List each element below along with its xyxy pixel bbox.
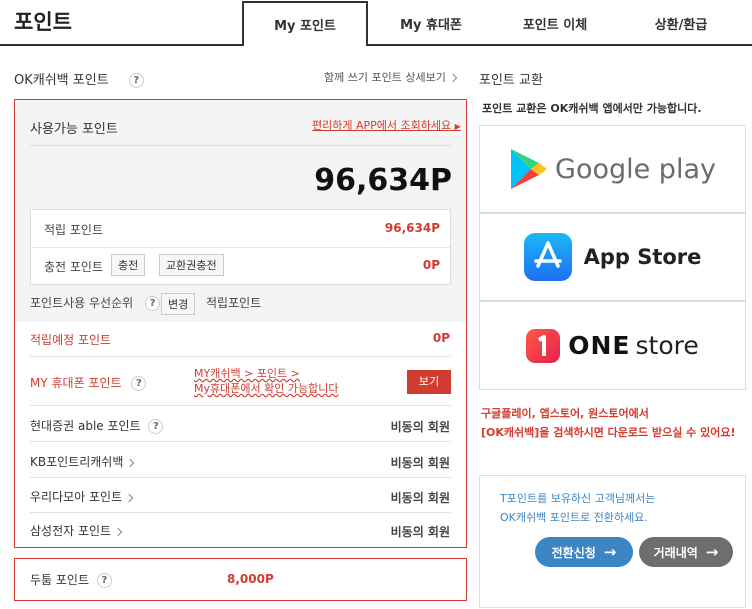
row-label: KB포인트리캐쉬백: [30, 455, 124, 469]
page-title: 포인트: [14, 10, 72, 34]
divider: [30, 356, 451, 357]
dutong-label-text: 두툼 포인트: [30, 573, 90, 587]
tab-point-transfer[interactable]: 포인트 이체: [496, 14, 614, 44]
chevron-right-icon: [124, 493, 134, 502]
priority-change-button[interactable]: 변경: [161, 293, 196, 315]
woori-point-value: 비동의 회원: [390, 491, 450, 505]
woori-point-link[interactable]: 우리다모아 포인트: [30, 488, 134, 505]
voucher-charge-button[interactable]: 교환권충전: [159, 254, 224, 276]
arrow-right-icon: →: [603, 543, 617, 561]
samsung-point-value: 비동의 회원: [390, 525, 450, 539]
dutong-label: 두툼 포인트 ?: [30, 571, 112, 588]
arrow-right-icon: →: [705, 543, 719, 561]
tab-refund[interactable]: 상환/환급: [622, 14, 740, 44]
help-icon[interactable]: ?: [128, 73, 144, 88]
available-label: 사용가능 포인트: [30, 122, 118, 137]
apply-label: 전환신청: [551, 545, 596, 560]
tpoint-line2: OK캐쉬백 포인트로 전환하세요.: [500, 511, 648, 524]
one-store-text-a: ONE: [568, 331, 631, 360]
phone-note-line2: My휴대폰에서 확인 가능합니다: [194, 382, 339, 395]
ok-section-title: OK캐쉬백 포인트 ?: [14, 69, 144, 88]
app-store-text: App Store: [583, 245, 702, 269]
charge-button[interactable]: 충전: [111, 254, 146, 276]
tab-label: 상환/환급: [654, 18, 708, 33]
view-button[interactable]: 보기: [407, 370, 451, 394]
chevron-right-icon: [113, 527, 123, 536]
triangle-right-icon: ▶: [454, 122, 461, 131]
accumulated-value: 96,634P: [384, 221, 440, 235]
help-icon[interactable]: ?: [145, 296, 161, 311]
header-divider: [0, 44, 752, 46]
expected-value: 0P: [432, 331, 450, 345]
search-guide-line1: 구글플레이, 앱스토어, 원스토어에서: [481, 407, 649, 420]
row-label: 현대증권 able 포인트: [30, 419, 141, 433]
app-link-text: 편리하게 APP에서 조회하세요: [312, 119, 452, 132]
hyundai-point-value: 비동의 회원: [390, 420, 450, 434]
tab-label: My 휴대폰: [400, 18, 462, 33]
priority-value: 적립포인트: [206, 296, 262, 310]
tpoint-history-button[interactable]: 거래내역 →: [639, 537, 733, 567]
tab-my-phone[interactable]: My 휴대폰: [372, 14, 490, 44]
history-link[interactable]: 함께 쓰기 포인트 상세보기: [324, 69, 458, 85]
row-label: 삼성전자 포인트: [30, 524, 112, 538]
dutong-value: 8,000P: [227, 572, 274, 586]
divider: [30, 441, 451, 442]
one-store-text-b: store: [635, 331, 699, 360]
phone-point-label: MY 휴대폰 포인트 ?: [30, 374, 147, 391]
tpoint-line1: T포인트를 보유하신 고객님께서는: [500, 492, 656, 505]
divider: [30, 477, 451, 478]
hyundai-point-label: 현대증권 able 포인트 ?: [30, 417, 164, 434]
divider: [31, 247, 450, 248]
google-play-icon: [511, 149, 548, 189]
tpoint-apply-button[interactable]: 전환신청 →: [535, 537, 633, 567]
total-points: 96,634P: [314, 163, 452, 198]
google-play-link[interactable]: Google play: [479, 125, 746, 213]
tab-label: My 포인트: [274, 19, 336, 34]
tpoint-notice: T포인트를 보유하신 고객님께서는 OK캐쉬백 포인트로 전환하세요.: [500, 489, 655, 527]
search-guide-line2: [OK캐쉬백]을 검색하시면 다운로드 받으실 수 있어요!: [481, 426, 736, 439]
kb-point-link[interactable]: KB포인트리캐쉬백: [30, 453, 135, 470]
search-guide: 구글플레이, 앱스토어, 원스토어에서 [OK캐쉬백]을 검색하시면 다운로드 …: [481, 404, 736, 442]
kb-point-value: 비동의 회원: [390, 456, 450, 470]
divider: [30, 512, 451, 513]
samsung-point-link[interactable]: 삼성전자 포인트: [30, 522, 123, 539]
one-store-icon: [526, 328, 561, 363]
phone-note: MY캐쉬백 > 포인트 > My휴대폰에서 확인 가능합니다: [194, 366, 338, 396]
history-label: 거래내역: [653, 545, 698, 560]
priority-label: 포인트사용 우선순위 ?: [30, 294, 161, 311]
priority-label-text: 포인트사용 우선순위: [30, 296, 134, 310]
phone-note-line1: MY캐쉬백 > 포인트 >: [194, 367, 300, 380]
phone-label-text: MY 휴대폰 포인트: [30, 376, 122, 390]
app-store-link[interactable]: App Store: [479, 213, 746, 301]
row-label: 우리다모아 포인트: [30, 490, 123, 504]
chevron-right-icon: [448, 73, 458, 83]
divider: [30, 405, 451, 406]
history-link-text: 함께 쓰기 포인트 상세보기: [324, 71, 446, 84]
help-icon[interactable]: ?: [148, 419, 164, 434]
expected-label: 적립예정 포인트: [30, 333, 112, 347]
tab-my-point[interactable]: My 포인트: [242, 1, 368, 46]
exchange-notice: 포인트 교환은 OK캐쉬백 앱에서만 가능합니다.: [482, 102, 702, 115]
charge-label: 충전 포인트: [44, 260, 104, 274]
divider: [30, 145, 451, 146]
tab-label: 포인트 이체: [522, 18, 588, 33]
help-icon[interactable]: ?: [96, 573, 112, 588]
google-play-text: Google play: [555, 153, 716, 185]
chevron-right-icon: [126, 458, 135, 467]
help-icon[interactable]: ?: [131, 376, 147, 391]
app-store-icon: [523, 233, 572, 281]
app-link[interactable]: 편리하게 APP에서 조회하세요 ▶: [312, 117, 461, 133]
ok-title-text: OK캐쉬백 포인트: [14, 73, 109, 88]
one-store-link[interactable]: ONE store: [479, 301, 746, 390]
exchange-title: 포인트 교환: [479, 73, 543, 88]
charge-value: 0P: [422, 258, 440, 272]
accumulated-label: 적립 포인트: [44, 223, 104, 237]
